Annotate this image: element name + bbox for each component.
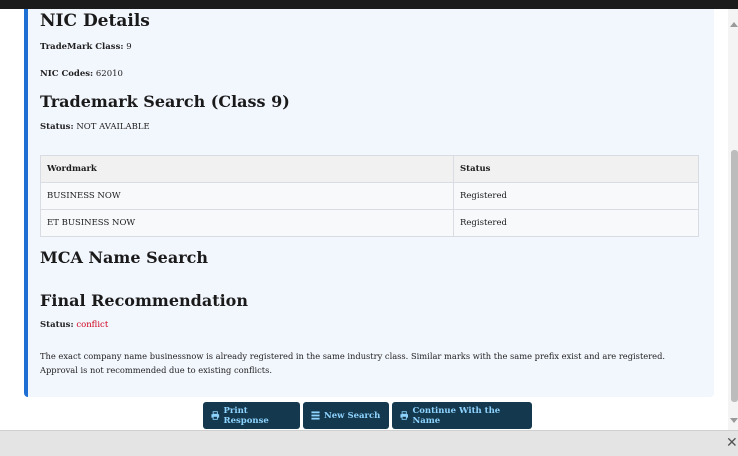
status-cell: Registered <box>453 182 699 210</box>
trademark-table: Wordmark Status BUSINESS NOW Registered … <box>40 155 699 237</box>
nic-codes-line: NIC Codes: 62010 <box>40 69 123 79</box>
recommendation-description: The exact company name businessnow is al… <box>40 351 666 375</box>
final-status-value: conflict <box>76 320 109 330</box>
table-row: BUSINESS NOW Registered <box>40 182 699 210</box>
trademark-status-label: Status: <box>40 122 74 132</box>
final-status-label: Status: <box>40 320 74 330</box>
table-row: ET BUSINESS NOW Registered <box>40 209 699 237</box>
status-cell: Registered <box>453 209 699 237</box>
table-header-row: Wordmark Status <box>40 155 699 183</box>
continue-with-name-button[interactable]: Continue With the Name <box>392 402 532 429</box>
trademark-status-value: NOT AVAILABLE <box>76 122 150 132</box>
modal-scroll-viewport: NIC Details TradeMark Class: 9 NIC Codes… <box>0 9 728 430</box>
new-search-label: New Search <box>324 410 381 421</box>
trademark-status-line: Status: NOT AVAILABLE <box>40 122 150 132</box>
final-recommendation-heading: Final Recommendation <box>40 291 248 310</box>
trademark-class-label: TradeMark Class: <box>40 42 124 52</box>
nic-codes-value: 62010 <box>95 69 123 79</box>
scrollbar-thumb[interactable] <box>731 150 738 402</box>
print-response-label: Print Response <box>223 405 269 426</box>
result-card: NIC Details TradeMark Class: 9 NIC Codes… <box>24 9 714 397</box>
trademark-search-heading: Trademark Search (Class 9) <box>40 92 290 111</box>
nic-codes-label: NIC Codes: <box>40 69 94 79</box>
action-button-row: Print Response New Search Continue With … <box>203 402 532 429</box>
mca-name-search-heading: MCA Name Search <box>40 248 209 267</box>
nic-details-heading: NIC Details <box>40 11 150 31</box>
column-header-status: Status <box>453 155 699 183</box>
close-icon[interactable]: ✕ <box>726 436 738 450</box>
final-status-line: Status: conflict <box>40 320 108 330</box>
scroll-up-arrow-icon[interactable] <box>730 22 738 27</box>
list-icon <box>311 411 320 420</box>
bottom-bar <box>0 430 738 456</box>
continue-with-name-label: Continue With the Name <box>412 405 501 426</box>
trademark-class-line: TradeMark Class: 9 <box>40 42 132 52</box>
wordmark-cell: BUSINESS NOW <box>40 182 454 210</box>
trademark-class-value: 9 <box>126 42 132 52</box>
wordmark-cell: ET BUSINESS NOW <box>40 209 454 237</box>
print-icon <box>400 411 409 420</box>
print-response-button[interactable]: Print Response <box>203 402 300 429</box>
print-icon <box>211 411 220 420</box>
column-header-wordmark: Wordmark <box>40 155 454 183</box>
new-search-button[interactable]: New Search <box>303 402 389 429</box>
window-top-bar <box>0 0 738 9</box>
scroll-down-arrow-icon[interactable] <box>730 418 738 423</box>
